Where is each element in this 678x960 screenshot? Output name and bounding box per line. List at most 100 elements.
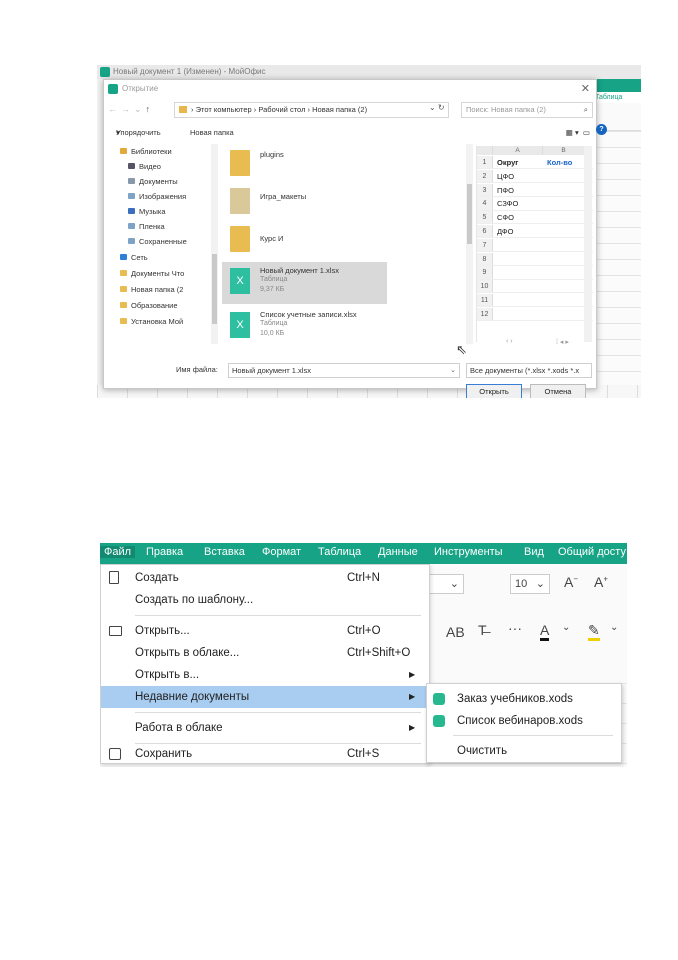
menu-item-save[interactable]: Сохранить Ctrl+S (101, 743, 429, 765)
file-item[interactable]: X Список учетные записи.xlsx Таблица 10,… (222, 306, 387, 348)
address-bar[interactable]: › Этот компьютер › Рабочий стол › Новая … (174, 102, 449, 118)
help-icon[interactable]: ? (596, 124, 607, 135)
menu-shortcut: Ctrl+S (347, 748, 380, 760)
file-item[interactable]: Игра_макеты (222, 182, 387, 224)
menu-sharing[interactable]: Общий досту (558, 546, 626, 558)
cell-a: ДФО (497, 227, 514, 236)
view-options[interactable]: ▦ ▾ ▭? (566, 124, 607, 142)
clear-recent-button[interactable]: Очистить (427, 740, 621, 762)
menu-item-label: Создать по шаблону... (135, 594, 254, 606)
menu-item-open-cloud[interactable]: Открыть в облаке... Ctrl+Shift+O (101, 642, 429, 664)
menu-item-cloud-work[interactable]: Работа в облаке ▶ (101, 717, 429, 739)
menu-item-open-in[interactable]: Открыть в... ▶ (101, 664, 429, 686)
file-item[interactable]: Курс И (222, 220, 387, 262)
font-decrease-icon[interactable]: A− (564, 574, 578, 590)
preview-row: 12 (477, 307, 593, 322)
search-input[interactable]: Поиск: Новая папка (2) ⌕ (461, 102, 593, 118)
sheet-nav-icon[interactable]: ⁞ ◂ ▸ (556, 338, 569, 346)
font-color-icon[interactable]: A (540, 622, 550, 641)
menu-shortcut: Ctrl+O (347, 625, 381, 637)
menu-view[interactable]: Вид (524, 546, 544, 558)
filename-row: Имя файла: Новый документ 1.xlsx ⌄ Все д… (104, 362, 596, 380)
nav-item[interactable]: Образование (120, 298, 208, 313)
recent-document-item[interactable]: Заказ учебников.xods (427, 688, 621, 710)
folder-icon (230, 226, 250, 252)
music-icon (128, 208, 135, 214)
menu-item-create-from-template[interactable]: Создать по шаблону... (101, 589, 429, 611)
file-type: Таблица (260, 320, 288, 327)
row-number: 12 (477, 307, 493, 321)
nav-item[interactable]: Документы Что (120, 266, 208, 281)
nav-item[interactable]: Документы (128, 174, 216, 189)
nav-item[interactable]: Изображения (128, 189, 216, 204)
search-icon: ⌕ (583, 105, 588, 114)
menu-table[interactable]: Таблица (318, 546, 361, 558)
text-case-icon[interactable]: AB (446, 624, 465, 640)
background-tab[interactable]: Таблица (593, 92, 641, 103)
menu-edit[interactable]: Правка (146, 546, 183, 558)
new-folder-button[interactable]: Новая папка (190, 124, 234, 142)
scroll-arrows-icon[interactable]: ‹ › (506, 338, 513, 345)
recent-document-item[interactable]: Список вебинаров.xods (427, 710, 621, 732)
breadcrumb-item[interactable]: Этот компьютер (196, 105, 252, 114)
app-logo-icon (108, 84, 118, 94)
scrollbar-thumb[interactable] (212, 254, 217, 324)
chevron-down-icon[interactable]: ⌄ (562, 622, 570, 633)
file-item-selected[interactable]: X Новый документ 1.xlsx Таблица 9,37 КБ (222, 262, 387, 304)
nav-item[interactable]: Установка Мой (120, 314, 208, 329)
nav-item[interactable]: Пленка (128, 219, 216, 234)
file-size: 10,0 КБ (260, 330, 285, 337)
strikethrough-icon[interactable]: T̶ (478, 622, 487, 638)
breadcrumb-item[interactable]: Новая папка (2) (312, 105, 367, 114)
organize-button[interactable]: Упорядочить ▾ (116, 124, 161, 142)
highlight-icon[interactable]: ✎ (588, 622, 600, 641)
refresh-icon[interactable]: ⌄ ↻ (429, 103, 445, 112)
breadcrumb-item[interactable]: Рабочий стол (258, 105, 305, 114)
nav-item[interactable]: Новая папка (2 (120, 282, 208, 297)
file-item[interactable]: plugins (222, 144, 387, 186)
preview-scrollbar[interactable] (584, 146, 592, 342)
file-open-dialog: Открытие ✕ ←→⌄↑ › Этот компьютер › Рабоч… (103, 79, 607, 398)
font-size-value: 10 (515, 578, 528, 590)
font-increase-icon[interactable]: A+ (594, 574, 608, 590)
menu-data[interactable]: Данные (378, 546, 418, 558)
menu-insert[interactable]: Вставка (204, 546, 245, 558)
close-icon[interactable]: ✕ (581, 82, 590, 95)
chevron-down-icon[interactable]: ⌄ (450, 364, 456, 377)
cancel-button[interactable]: Отмена (530, 384, 586, 398)
menu-tools[interactable]: Инструменты (434, 546, 503, 558)
nav-item[interactable]: Музыка (128, 204, 216, 219)
folder-icon (120, 270, 127, 276)
cell-a: ПФО (497, 185, 514, 195)
sheet-nav[interactable]: ‹ › ⁞ ◂ ▸ (476, 338, 592, 350)
nav-item-label: Изображения (139, 192, 187, 201)
chevron-down-icon: ⌄ (449, 578, 459, 590)
menu-file[interactable]: Файл (100, 546, 136, 558)
folder-icon (230, 150, 250, 176)
nav-item[interactable]: Библиотеки (120, 144, 208, 159)
menu-format[interactable]: Формат (262, 546, 301, 558)
font-size-select[interactable]: 10 ⌄ (510, 574, 550, 594)
chevron-down-icon[interactable]: ⌄ (610, 622, 618, 633)
nav-scrollbar[interactable] (211, 144, 218, 344)
nav-arrows-icon[interactable]: ←→⌄↑ (108, 104, 154, 115)
recent-document-label: Список вебинаров.xods (457, 715, 583, 727)
nav-item[interactable]: Сохраненные (128, 234, 216, 249)
nav-item[interactable]: Видео (128, 159, 216, 174)
filetype-select[interactable]: Все документы (*.xlsx *.xods *.x (466, 363, 592, 378)
menu-item-open[interactable]: Открыть... Ctrl+O (101, 620, 429, 642)
menu-shortcut: Ctrl+Shift+O (347, 647, 411, 659)
menu-item-label: Открыть в... (135, 669, 200, 681)
open-button[interactable]: Открыть (466, 384, 522, 398)
open-dialog-screenshot: Новый документ 1 (Изменен) - МойОфис Таб… (97, 65, 641, 398)
scrollbar-thumb[interactable] (467, 184, 472, 244)
filename-input[interactable]: Новый документ 1.xlsx ⌄ (228, 363, 460, 378)
folder-icon (120, 318, 127, 324)
font-family-select[interactable]: ⌄ (424, 574, 464, 594)
menu-item-create[interactable]: Создать Ctrl+N (101, 567, 429, 589)
menu-item-recent[interactable]: Недавние документы ▶ (101, 686, 429, 708)
file-scrollbar[interactable] (466, 144, 473, 344)
nav-item[interactable]: Сеть (120, 250, 208, 265)
row-number: 9 (477, 266, 493, 279)
more-icon[interactable]: ··· (508, 620, 522, 636)
